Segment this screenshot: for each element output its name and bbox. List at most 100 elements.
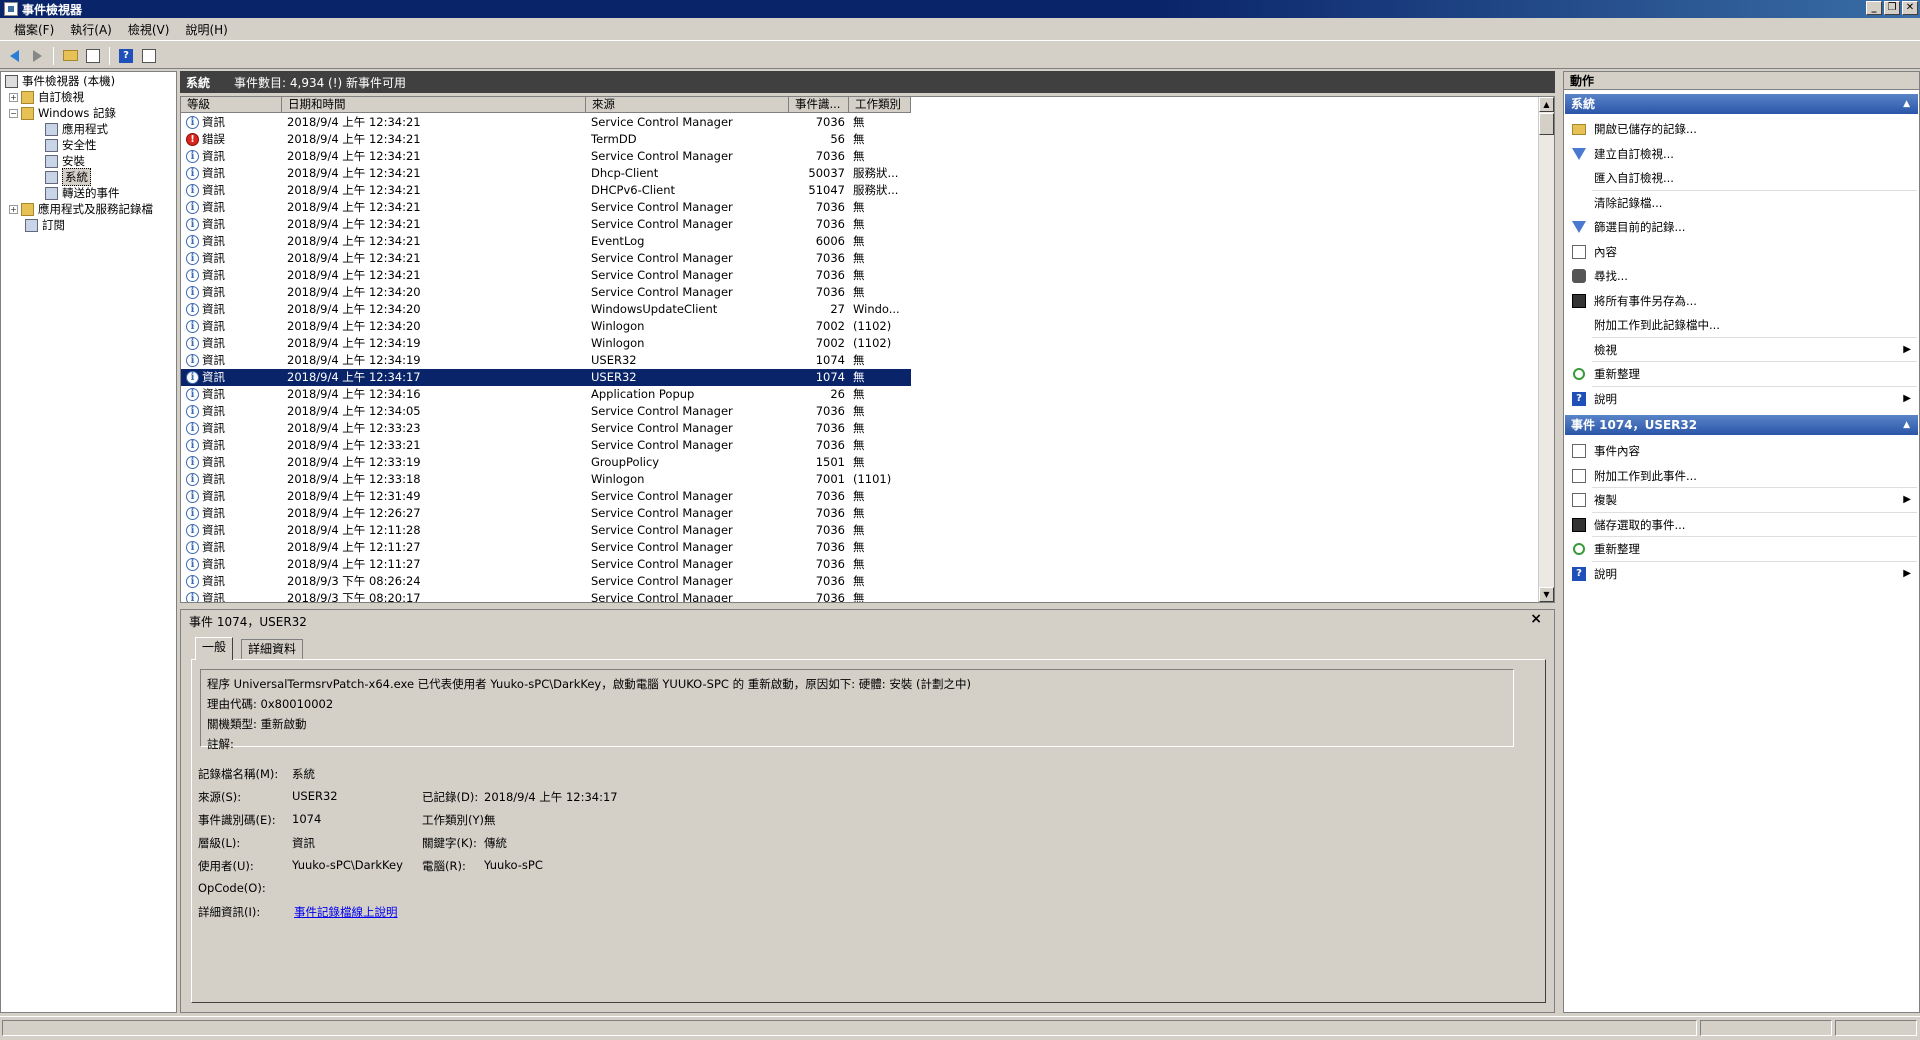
- table-row[interactable]: i 資訊 2018/9/4 上午 12:26:27 Service Control M…: [181, 505, 911, 522]
- table-row[interactable]: i 資訊 2018/9/4 上午 12:11:27 Service Control M…: [181, 539, 911, 556]
- column-header-date[interactable]: 日期和時間: [282, 97, 586, 113]
- action-item[interactable]: 儲存選取的事件...: [1564, 514, 1919, 536]
- action-item[interactable]: 開啟已儲存的記錄...: [1564, 118, 1919, 140]
- tree-app-service-logs[interactable]: + 應用程式及服務記錄檔: [9, 201, 153, 217]
- action-item[interactable]: 建立自訂檢視...: [1564, 143, 1919, 165]
- action-item[interactable]: 事件內容: [1564, 440, 1919, 462]
- expand-icon[interactable]: +: [9, 204, 18, 214]
- expand-icon[interactable]: +: [9, 92, 18, 102]
- table-row[interactable]: i 資訊 2018/9/4 上午 12:34:21 Service Control M…: [181, 216, 911, 233]
- tab-general[interactable]: 一般: [195, 637, 234, 660]
- table-row[interactable]: i 資訊 2018/9/4 上午 12:34:21 Service Control M…: [181, 114, 911, 131]
- table-row[interactable]: i 資訊 2018/9/4 上午 12:33:23 Service Control M…: [181, 420, 911, 437]
- menu-action[interactable]: 執行(A): [62, 21, 120, 38]
- open-folder-icon: [1572, 124, 1586, 135]
- table-row[interactable]: i 資訊 2018/9/4 上午 12:34:21 Dhcp-Client 50037 服…: [181, 165, 911, 182]
- section-title: 事件 1074，USER32: [1571, 418, 1698, 432]
- event-log-online-help-link[interactable]: 事件記錄檔線上說明: [294, 904, 398, 920]
- action-item[interactable]: 將所有事件另存為...: [1564, 290, 1919, 312]
- table-row[interactable]: i 資訊 2018/9/4 上午 12:34:20 WindowsUpdateClie…: [181, 301, 911, 318]
- status-panel: [1835, 1020, 1917, 1036]
- collapse-icon[interactable]: −: [9, 108, 18, 118]
- tree-subscriptions[interactable]: 訂閱: [25, 217, 65, 233]
- tree-log-security[interactable]: 安全性: [45, 137, 97, 153]
- column-header-task[interactable]: 工作類別: [849, 97, 911, 113]
- forward-button[interactable]: [27, 46, 47, 66]
- menu-file[interactable]: 檔案(F): [6, 21, 62, 38]
- cell-source: Service Control Manager: [591, 574, 733, 588]
- close-window-button[interactable]: ✕: [1902, 1, 1918, 15]
- action-item[interactable]: 附加工作到此事件...: [1564, 465, 1919, 487]
- tree-log-application[interactable]: 應用程式: [45, 121, 108, 137]
- table-row[interactable]: ! 錯誤 2018/9/4 上午 12:34:21 TermDD 56 無: [181, 131, 911, 148]
- table-row[interactable]: i 資訊 2018/9/4 上午 12:34:19 Winlogon 7002 (1102…: [181, 335, 911, 352]
- table-row[interactable]: i 資訊 2018/9/4 上午 12:34:21 EventLog 6006 無: [181, 233, 911, 250]
- table-row[interactable]: i 資訊 2018/9/4 上午 12:34:16 Application Popup…: [181, 386, 911, 403]
- tree-root[interactable]: 事件檢視器 (本機): [5, 73, 115, 89]
- collapse-chevron-icon[interactable]: ▲: [1903, 94, 1910, 114]
- cell-task: 無: [853, 234, 865, 248]
- table-row[interactable]: i 資訊 2018/9/4 上午 12:33:18 Winlogon 7001 (1101…: [181, 471, 911, 488]
- action-item[interactable]: 篩選目前的記錄...: [1564, 216, 1919, 238]
- tree-windows-logs[interactable]: − Windows 記錄: [9, 105, 116, 121]
- action-item[interactable]: 重新整理: [1564, 363, 1919, 385]
- table-row[interactable]: i 資訊 2018/9/4 上午 12:31:49 Service Control M…: [181, 488, 911, 505]
- detail-close-button[interactable]: ×: [1530, 611, 1542, 627]
- table-row[interactable]: i 資訊 2018/9/4 上午 12:11:28 Service Control M…: [181, 522, 911, 539]
- table-row[interactable]: i 資訊 2018/9/4 上午 12:33:21 Service Control M…: [181, 437, 911, 454]
- help-toolbar-button[interactable]: ?: [116, 46, 136, 66]
- table-row[interactable]: i 資訊 2018/9/4 上午 12:33:19 GroupPolicy 1501 無: [181, 454, 911, 471]
- table-row[interactable]: i 資訊 2018/9/3 下午 08:26:24 Service Control M…: [181, 573, 911, 590]
- tree-log-setup[interactable]: 安裝: [45, 153, 85, 169]
- tree-log-system[interactable]: 系統: [45, 168, 91, 186]
- actions-section-event[interactable]: 事件 1074，USER32 ▲: [1565, 415, 1918, 435]
- table-row[interactable]: i 資訊 2018/9/4 上午 12:34:21 Service Control M…: [181, 250, 911, 267]
- action-item[interactable]: 檢視 ▶: [1564, 339, 1919, 361]
- show-hide-tree-button[interactable]: [83, 46, 103, 66]
- tree-custom-views[interactable]: + 自訂檢視: [9, 89, 84, 105]
- up-level-button[interactable]: [60, 46, 80, 66]
- table-row[interactable]: i 資訊 2018/9/4 上午 12:34:21 Service Control M…: [181, 148, 911, 165]
- menu-view[interactable]: 檢視(V): [120, 21, 178, 38]
- table-row[interactable]: i 資訊 2018/9/4 上午 12:34:20 Service Control M…: [181, 284, 911, 301]
- table-row[interactable]: i 資訊 2018/9/3 下午 08:20:17 Service Control M…: [181, 590, 911, 602]
- table-row[interactable]: i 資訊 2018/9/4 上午 12:34:21 DHCPv6-Client 5104…: [181, 182, 911, 199]
- cell-task: 無: [853, 370, 865, 384]
- table-row[interactable]: i 資訊 2018/9/4 上午 12:34:19 USER32 1074 無: [181, 352, 911, 369]
- column-header-source[interactable]: 來源: [586, 97, 789, 113]
- tab-details[interactable]: 詳細資料: [241, 639, 304, 659]
- action-item[interactable]: 附加工作到此記錄檔中...: [1564, 314, 1919, 336]
- scroll-down-button[interactable]: ▼: [1539, 587, 1554, 602]
- show-hide-action-pane-button[interactable]: [139, 46, 159, 66]
- action-label: 說明: [1594, 566, 1617, 581]
- scroll-thumb[interactable]: [1539, 113, 1554, 135]
- table-row[interactable]: i 資訊 2018/9/4 上午 12:34:21 Service Control M…: [181, 199, 911, 216]
- action-item[interactable]: 內容: [1564, 241, 1919, 263]
- action-item[interactable]: 匯入自訂檢視...: [1564, 167, 1919, 189]
- table-row[interactable]: i 資訊 2018/9/4 上午 12:34:21 Service Control M…: [181, 267, 911, 284]
- action-item[interactable]: 複製 ▶: [1564, 489, 1919, 511]
- table-row[interactable]: i 資訊 2018/9/4 上午 12:34:20 Winlogon 7002 (1102…: [181, 318, 911, 335]
- restore-button[interactable]: ❐: [1884, 1, 1900, 15]
- actions-section-system[interactable]: 系統 ▲: [1565, 94, 1918, 114]
- action-item[interactable]: ? 說明 ▶: [1564, 388, 1919, 410]
- action-item[interactable]: 重新整理: [1564, 538, 1919, 560]
- collapse-chevron-icon[interactable]: ▲: [1903, 415, 1910, 435]
- column-header-event-id[interactable]: 事件識...: [789, 97, 849, 113]
- information-icon: i: [186, 371, 199, 384]
- event-message-box[interactable]: 程序 UniversalTermsrvPatch-x64.exe 已代表使用者 …: [200, 669, 1514, 751]
- table-row[interactable]: i 資訊 2018/9/4 上午 12:34:17 USER32 1074 無: [181, 369, 911, 386]
- minimize-button[interactable]: _: [1866, 1, 1882, 15]
- event-list-scrollbar[interactable]: ▲ ▼: [1538, 97, 1554, 602]
- back-button[interactable]: [4, 46, 24, 66]
- action-item[interactable]: 清除記錄檔...: [1564, 192, 1919, 214]
- tree-log-forwarded[interactable]: 轉送的事件: [45, 185, 120, 201]
- action-item[interactable]: 尋找...: [1564, 265, 1919, 287]
- event-list[interactable]: 等級 日期和時間 來源 事件識... 工作類別 i 資訊 2018/9/4 上午 1…: [180, 96, 1555, 603]
- menu-help[interactable]: 說明(H): [177, 21, 235, 38]
- table-row[interactable]: i 資訊 2018/9/4 上午 12:34:05 Service Control M…: [181, 403, 911, 420]
- table-row[interactable]: i 資訊 2018/9/4 上午 12:11:27 Service Control M…: [181, 556, 911, 573]
- column-header-level[interactable]: 等級: [181, 97, 282, 113]
- scroll-up-button[interactable]: ▲: [1539, 97, 1554, 112]
- action-item[interactable]: ? 說明 ▶: [1564, 563, 1919, 585]
